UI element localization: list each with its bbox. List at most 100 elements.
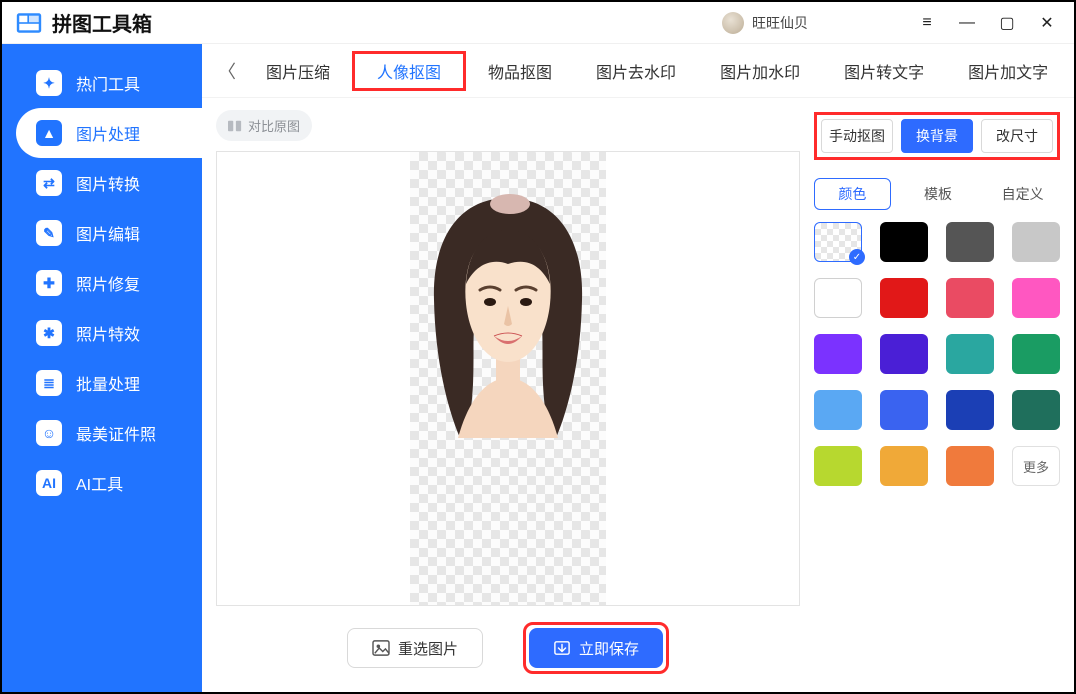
user-avatar-icon	[722, 12, 744, 34]
tab-back-button[interactable]: 〈	[218, 58, 236, 84]
tab-add-text[interactable]: 图片加文字	[946, 44, 1070, 98]
more-colors-button[interactable]: 更多	[1012, 446, 1060, 486]
save-button[interactable]: 立即保存	[529, 628, 663, 668]
mode-label: 换背景	[916, 126, 958, 146]
swatch-color[interactable]	[946, 390, 994, 430]
swatch-grid: ✓ 更多	[814, 222, 1060, 486]
swatch-color[interactable]	[946, 278, 994, 318]
tab-remove-watermark[interactable]: 图片去水印	[574, 44, 698, 98]
compare-label: 对比原图	[248, 116, 300, 135]
swatch-color[interactable]	[880, 222, 928, 262]
swatch-color[interactable]	[1012, 390, 1060, 430]
minimize-button[interactable]: —	[958, 14, 976, 32]
tab-label: 图片压缩	[266, 59, 330, 83]
sidebar-item-label: 图片处理	[76, 121, 140, 145]
resize-button[interactable]: 改尺寸	[981, 119, 1053, 153]
tab-portrait-cutout[interactable]: 人像抠图	[352, 51, 466, 91]
tab-label: 图片加文字	[968, 59, 1048, 83]
swatch-color[interactable]	[880, 278, 928, 318]
swatch-white[interactable]	[814, 278, 862, 318]
swatch-color[interactable]	[814, 446, 862, 486]
tab-label: 物品抠图	[488, 59, 552, 83]
tab-add-watermark[interactable]: 图片加水印	[698, 44, 822, 98]
tab-compress[interactable]: 图片压缩	[244, 44, 352, 98]
app-title: 拼图工具箱	[52, 8, 152, 37]
sidebar-item-photo-repair[interactable]: ✚ 照片修复	[2, 258, 202, 308]
user-area[interactable]: 旺旺仙贝	[722, 12, 808, 34]
bg-tab-custom[interactable]: 自定义	[985, 178, 1060, 210]
check-icon: ✓	[849, 249, 865, 265]
bg-tab-label: 颜色	[838, 184, 866, 204]
reselect-image-button[interactable]: 重选图片	[347, 628, 483, 668]
canvas-column: 对比原图	[202, 98, 814, 692]
swatch-transparent[interactable]: ✓	[814, 222, 862, 262]
tab-label: 图片去水印	[596, 59, 676, 83]
app-logo-icon	[16, 12, 42, 34]
sidebar-item-label: 图片编辑	[76, 221, 140, 245]
swatch-color[interactable]	[814, 334, 862, 374]
bg-tab-template[interactable]: 模板	[901, 178, 976, 210]
swatch-color[interactable]	[880, 334, 928, 374]
swatch-color[interactable]	[1012, 278, 1060, 318]
bg-tab-label: 模板	[924, 184, 952, 204]
tab-bar: 〈 图片压缩 人像抠图 物品抠图 图片去水印 图片加水印 图片转文字 图片加文字…	[202, 44, 1074, 98]
mode-label: 改尺寸	[996, 126, 1038, 146]
swatch-color[interactable]	[880, 446, 928, 486]
sidebar-item-id-photo[interactable]: ☺ 最美证件照	[2, 408, 202, 458]
sidebar-item-label: 批量处理	[76, 371, 140, 395]
sidebar-item-photo-effect[interactable]: ✱ 照片特效	[2, 308, 202, 358]
sidebar: ✦ 热门工具 ▲ 图片处理 ⇄ 图片转换 ✎ 图片编辑 ✚ 照片修复 ✱ 照片特…	[2, 44, 202, 692]
bg-tab-color[interactable]: 颜色	[814, 178, 891, 210]
image-icon	[372, 640, 390, 656]
mode-label: 手动抠图	[829, 126, 885, 146]
sidebar-item-image-convert[interactable]: ⇄ 图片转换	[2, 158, 202, 208]
sidebar-item-ai-tools[interactable]: AI AI工具	[2, 458, 202, 508]
right-panel: 手动抠图 换背景 改尺寸 颜色 模板 自定义 ✓ 更多	[814, 98, 1074, 692]
tab-label: 图片加水印	[720, 59, 800, 83]
reselect-label: 重选图片	[398, 638, 458, 659]
photo-effect-icon: ✱	[36, 320, 62, 346]
bg-tab-row: 颜色 模板 自定义	[814, 178, 1060, 210]
download-icon	[553, 640, 571, 656]
save-label: 立即保存	[579, 638, 639, 659]
title-bar: 拼图工具箱 旺旺仙贝 ≡ — ▢ ✕	[2, 2, 1074, 44]
menu-button[interactable]: ≡	[918, 14, 936, 32]
sidebar-item-batch[interactable]: ≣ 批量处理	[2, 358, 202, 408]
sidebar-item-image-edit[interactable]: ✎ 图片编辑	[2, 208, 202, 258]
sidebar-item-image-process[interactable]: ▲ 图片处理	[16, 108, 202, 158]
close-button[interactable]: ✕	[1038, 14, 1056, 32]
app-window: 拼图工具箱 旺旺仙贝 ≡ — ▢ ✕ ✦ 热门工具 ▲ 图片处理 ⇄ 图片	[0, 0, 1076, 694]
compare-original-button[interactable]: 对比原图	[216, 110, 312, 141]
swatch-color[interactable]	[946, 334, 994, 374]
portrait-area	[410, 152, 606, 605]
photo-repair-icon: ✚	[36, 270, 62, 296]
swatch-color[interactable]	[946, 222, 994, 262]
swatch-color[interactable]	[1012, 222, 1060, 262]
bg-tab-label: 自定义	[1002, 184, 1044, 204]
change-bg-button[interactable]: 换背景	[901, 119, 973, 153]
user-name: 旺旺仙贝	[752, 13, 808, 33]
content-row: 对比原图	[202, 98, 1074, 692]
swatch-color[interactable]	[1012, 334, 1060, 374]
tab-object-cutout[interactable]: 物品抠图	[466, 44, 574, 98]
hot-tools-icon: ✦	[36, 70, 62, 96]
maximize-button[interactable]: ▢	[998, 14, 1016, 32]
mode-row: 手动抠图 换背景 改尺寸	[821, 119, 1053, 153]
tab-ocr[interactable]: 图片转文字	[822, 44, 946, 98]
batch-icon: ≣	[36, 370, 62, 396]
portrait-image	[418, 180, 598, 450]
swatch-color[interactable]	[814, 390, 862, 430]
ai-tools-icon: AI	[36, 470, 62, 496]
manual-cutout-button[interactable]: 手动抠图	[821, 119, 893, 153]
tab-overflow[interactable]: 马	[1070, 44, 1076, 98]
compare-icon	[228, 119, 242, 133]
sidebar-item-label: 最美证件照	[76, 421, 156, 445]
body: ✦ 热门工具 ▲ 图片处理 ⇄ 图片转换 ✎ 图片编辑 ✚ 照片修复 ✱ 照片特…	[2, 44, 1074, 692]
sidebar-item-hot-tools[interactable]: ✦ 热门工具	[2, 58, 202, 108]
sidebar-item-label: 照片修复	[76, 271, 140, 295]
tab-label: 图片转文字	[844, 59, 924, 83]
save-button-highlight: 立即保存	[523, 622, 669, 674]
swatch-color[interactable]	[946, 446, 994, 486]
image-convert-icon: ⇄	[36, 170, 62, 196]
swatch-color[interactable]	[880, 390, 928, 430]
